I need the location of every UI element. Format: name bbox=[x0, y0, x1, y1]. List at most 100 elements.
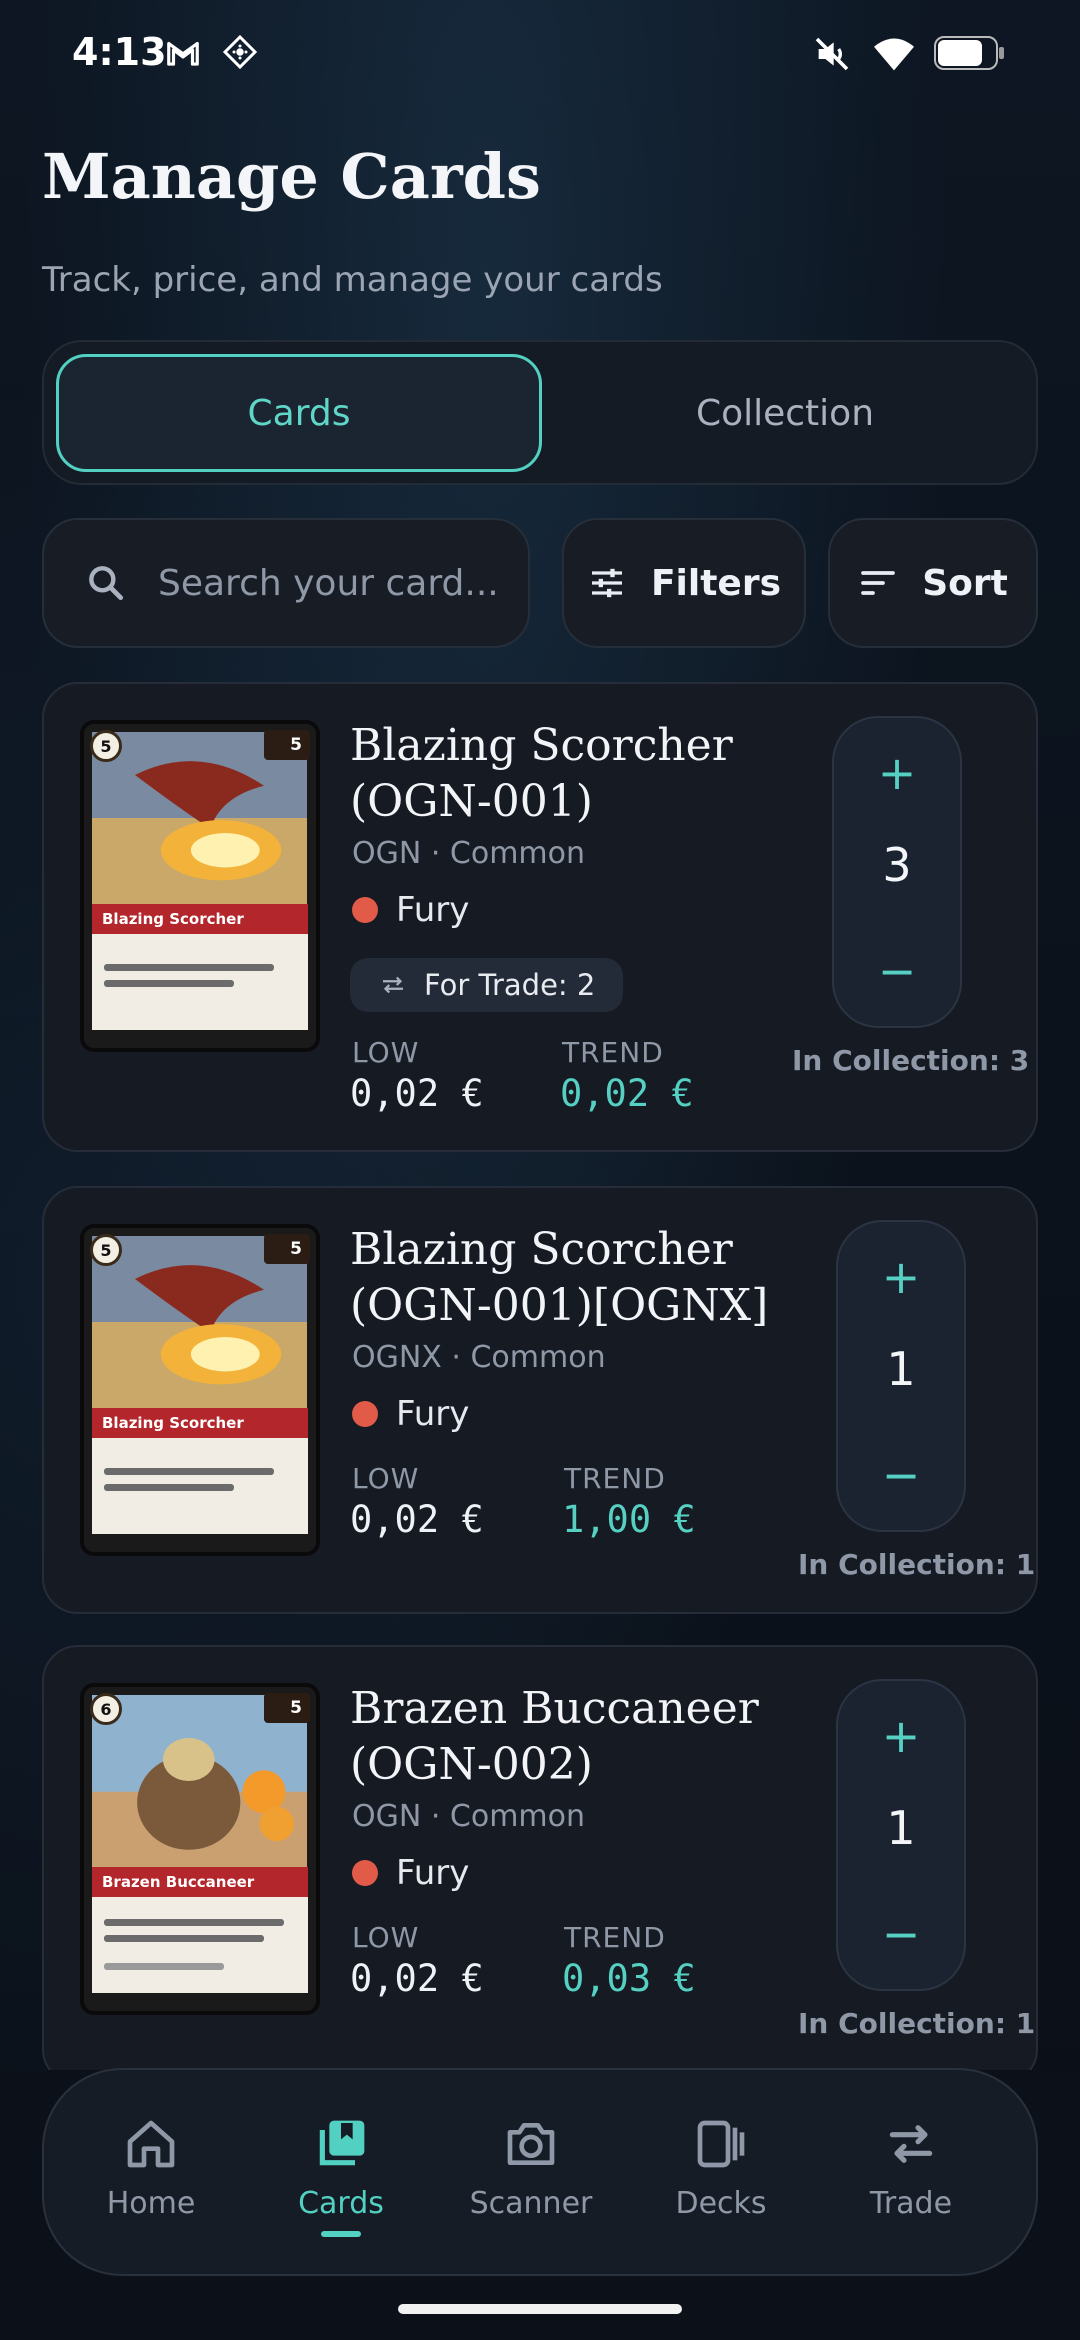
nav-decks[interactable]: Decks bbox=[626, 2070, 816, 2278]
sort-label: Sort bbox=[922, 562, 1008, 604]
domain-dot bbox=[352, 1860, 378, 1886]
tab-collection[interactable]: Collection bbox=[542, 354, 1028, 472]
low-price-label: LOW bbox=[352, 1036, 420, 1069]
card-text-box bbox=[92, 1897, 308, 1993]
card-domain: Fury bbox=[352, 1394, 469, 1434]
nav-cards-label: Cards bbox=[298, 2186, 384, 2221]
nav-scanner-label: Scanner bbox=[469, 2186, 593, 2221]
domain-label: Fury bbox=[396, 1853, 470, 1893]
increment-button[interactable]: + bbox=[838, 1701, 964, 1771]
page-title: Manage Cards bbox=[42, 140, 541, 213]
quantity-value: 3 bbox=[882, 838, 912, 892]
home-icon bbox=[127, 2120, 175, 2168]
trend-price-label: TREND bbox=[564, 1921, 666, 1954]
battery-icon bbox=[934, 36, 1006, 74]
domain-dot bbox=[352, 897, 378, 923]
card-power: 5 bbox=[264, 1234, 310, 1264]
filters-button[interactable]: Filters bbox=[562, 518, 806, 648]
card-list-item[interactable]: 5 5 Blazing Scorcher Blazing Scorcher (O… bbox=[42, 682, 1038, 1152]
card-set-rarity: OGN · Common bbox=[352, 836, 586, 871]
card-list-item[interactable]: 5 5 Blazing Scorcher Blazing Scorcher (O… bbox=[42, 1186, 1038, 1614]
search-input[interactable]: Search your card... bbox=[42, 518, 530, 648]
in-collection-count: In Collection: 1 bbox=[798, 2007, 1036, 2040]
search-placeholder: Search your card... bbox=[158, 562, 499, 604]
card-domain: Fury bbox=[352, 1853, 469, 1893]
swap-icon bbox=[383, 976, 403, 994]
sort-button[interactable]: Sort bbox=[828, 518, 1038, 648]
low-price: 0,02 € bbox=[350, 1498, 484, 1541]
low-price: 0,02 € bbox=[350, 1072, 484, 1115]
card-name: Blazing Scorcher (OGN-001) bbox=[350, 720, 733, 827]
card-text-box bbox=[92, 1438, 308, 1534]
card-text-box bbox=[92, 934, 308, 1030]
increment-button[interactable]: + bbox=[838, 1242, 964, 1312]
wifi-icon bbox=[872, 34, 916, 78]
nav-home-label: Home bbox=[106, 2186, 196, 2221]
decrement-button[interactable]: − bbox=[838, 1899, 964, 1969]
card-cost: 5 bbox=[90, 730, 122, 762]
card-image: 5 5 Blazing Scorcher bbox=[80, 1224, 320, 1556]
low-price-label: LOW bbox=[352, 1462, 420, 1495]
nav-decks-label: Decks bbox=[675, 2186, 767, 2221]
card-image: 6 5 Brazen Buccaneer bbox=[80, 1683, 320, 2015]
quantity-stepper: + 1 − bbox=[836, 1679, 966, 1991]
status-bar: 4:13 bbox=[0, 0, 1080, 110]
camera-icon bbox=[507, 2123, 555, 2165]
filters-icon bbox=[591, 568, 622, 598]
card-set-rarity: OGNX · Common bbox=[352, 1340, 606, 1375]
trend-price: 0,03 € bbox=[562, 1957, 696, 2000]
increment-button[interactable]: + bbox=[834, 738, 960, 808]
decrement-button[interactable]: − bbox=[838, 1440, 964, 1510]
card-domain: Fury bbox=[352, 890, 469, 930]
decks-icon bbox=[697, 2120, 745, 2168]
card-list-item[interactable]: 6 5 Brazen Buccaneer Brazen Buccaneer (O… bbox=[42, 1645, 1038, 2085]
card-image: 5 5 Blazing Scorcher bbox=[80, 720, 320, 1052]
bottom-nav: Home Cards Scanner Decks Trade bbox=[42, 2068, 1038, 2276]
page-subtitle: Track, price, and manage your cards bbox=[42, 260, 663, 300]
tab-cards[interactable]: Cards bbox=[56, 354, 542, 472]
nav-home[interactable]: Home bbox=[56, 2070, 246, 2278]
card-cost: 5 bbox=[90, 1234, 122, 1266]
card-name: Blazing Scorcher (OGN-001)[OGNX] bbox=[350, 1224, 769, 1331]
tab-switcher: Cards Collection bbox=[42, 340, 1038, 485]
app-notification-icon bbox=[222, 34, 258, 74]
quantity-value: 1 bbox=[886, 1801, 916, 1855]
nav-cards[interactable]: Cards bbox=[246, 2070, 436, 2278]
decrement-button[interactable]: − bbox=[834, 936, 960, 1006]
active-indicator bbox=[321, 2231, 361, 2237]
quantity-stepper: + 3 − bbox=[832, 716, 962, 1028]
trend-price-label: TREND bbox=[564, 1462, 666, 1495]
domain-label: Fury bbox=[396, 890, 470, 930]
trend-price-label: TREND bbox=[562, 1036, 664, 1069]
nav-scanner[interactable]: Scanner bbox=[436, 2070, 626, 2278]
for-trade-label: For Trade: 2 bbox=[424, 968, 596, 1002]
search-icon bbox=[89, 566, 124, 601]
status-time: 4:13 bbox=[72, 30, 167, 74]
card-cost: 6 bbox=[90, 1693, 122, 1725]
domain-label: Fury bbox=[396, 1394, 470, 1434]
card-art-title: Blazing Scorcher bbox=[92, 1408, 308, 1438]
filters-label: Filters bbox=[650, 562, 782, 604]
card-art-title: Blazing Scorcher bbox=[92, 904, 308, 934]
low-price: 0,02 € bbox=[350, 1957, 484, 2000]
cards-icon bbox=[319, 2120, 365, 2166]
trend-price: 1,00 € bbox=[562, 1498, 696, 1541]
mute-icon bbox=[812, 34, 852, 78]
gmail-icon bbox=[164, 34, 202, 76]
sort-icon bbox=[861, 571, 896, 595]
card-power: 5 bbox=[264, 730, 310, 760]
nav-trade[interactable]: Trade bbox=[816, 2070, 1006, 2278]
quantity-stepper: + 1 − bbox=[836, 1220, 966, 1532]
card-art-title: Brazen Buccaneer bbox=[92, 1867, 308, 1897]
domain-dot bbox=[352, 1401, 378, 1427]
card-power: 5 bbox=[264, 1693, 310, 1723]
card-set-rarity: OGN · Common bbox=[352, 1799, 586, 1834]
for-trade-badge: For Trade: 2 bbox=[350, 958, 624, 1012]
home-indicator[interactable] bbox=[398, 2304, 682, 2314]
card-name: Brazen Buccaneer (OGN-002) bbox=[350, 1683, 759, 1790]
nav-trade-label: Trade bbox=[869, 2186, 953, 2221]
swap-icon bbox=[889, 2125, 933, 2163]
in-collection-count: In Collection: 1 bbox=[798, 1548, 1036, 1581]
quantity-value: 1 bbox=[886, 1342, 916, 1396]
trend-price: 0,02 € bbox=[560, 1072, 694, 1115]
